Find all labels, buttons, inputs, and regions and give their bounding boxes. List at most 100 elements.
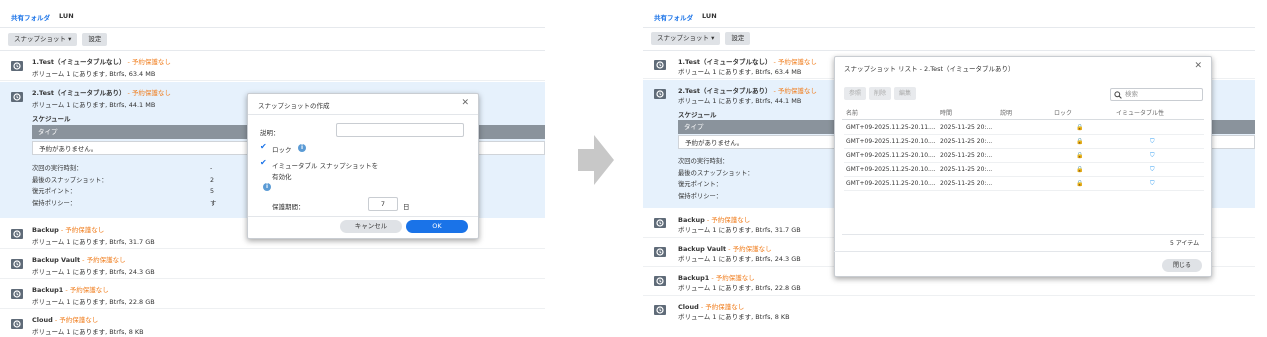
table-row[interactable]: GMT+09-2025.11.25-20.10.... 2025-11-25 2… — [844, 149, 1204, 163]
divider — [0, 27, 545, 28]
next-run-label: 次回の実行時刻： — [678, 158, 729, 165]
immutable-label-2: 有効化 — [272, 173, 292, 181]
last-snapshot-label: 最後のスナップショット： — [678, 169, 754, 177]
info-icon[interactable]: i — [263, 183, 271, 191]
lock-label: ロック — [272, 146, 292, 154]
divider — [834, 251, 1212, 252]
retention-input[interactable]: 7 — [368, 197, 398, 211]
snapshot-time: 2025-11-25 20:... — [940, 166, 993, 173]
immutable-label: イミュータブル スナップショットを — [272, 162, 379, 170]
table-row[interactable]: GMT+09-2025.11.25-20.11.... 2025-11-25 2… — [844, 121, 1204, 135]
schedule-title: スケジュール — [678, 111, 717, 119]
snapshot-time: 2025-11-25 20:... — [940, 124, 993, 131]
folder-desc: ボリューム 1 にあります, Btrfs, 24.3 GB — [678, 255, 801, 263]
col-time[interactable]: 時間 — [940, 108, 952, 117]
ok-button[interactable]: OK — [406, 220, 468, 233]
folder-row[interactable]: Backup Vault - 予約保護なし ボリューム 1 にあります, Btr… — [0, 249, 545, 279]
close-button[interactable]: 閉じる — [1162, 259, 1202, 272]
snapshot-folder-icon — [11, 289, 23, 299]
folder-row[interactable]: 1.Test（イミュータブルなし） - 予約保護なし ボリューム 1 にあります… — [0, 51, 545, 81]
description-label: 説明： — [260, 129, 280, 137]
divider — [248, 114, 478, 115]
settings-button[interactable]: 設定 — [82, 33, 108, 46]
next-run-label: 次回の実行時刻： — [32, 165, 83, 172]
snapshot-folder-icon — [654, 89, 666, 99]
lock-icon: 🔒 — [1076, 138, 1084, 145]
folder-row[interactable]: Backup1 - 予約保護なし ボリューム 1 にあります, Btrfs, 2… — [0, 279, 545, 309]
last-snapshot-value: 2 — [210, 176, 215, 184]
folder-name: Backup1 - 予約保護なし — [678, 274, 755, 282]
tab-lun[interactable]: LUN — [59, 12, 74, 24]
lock-icon: 🔒 — [1076, 124, 1084, 131]
folder-desc: ボリューム 1 にあります, Btrfs, 24.3 GB — [32, 268, 155, 276]
folder-row[interactable]: Cloud - 予約保護なし ボリューム 1 にあります, Btrfs, 8 K… — [0, 309, 545, 337]
schedule-info-values: - 2 5 す — [210, 163, 216, 209]
folder-name: Backup Vault - 予約保護なし — [678, 245, 772, 253]
create-snapshot-dialog: スナップショットの作成 ✕ 説明： ✔ ロック i ✔ イミュータブル スナップ… — [247, 93, 479, 239]
folder-name: Backup1 - 予約保護なし — [32, 286, 109, 294]
tab-lun[interactable]: LUN — [702, 12, 717, 24]
shield-icon: ⛉ — [1150, 180, 1155, 187]
arrow-right-icon — [578, 135, 614, 185]
folder-desc: ボリューム 1 にあります, Btrfs, 22.8 GB — [678, 284, 801, 292]
divider — [643, 27, 1255, 28]
toolbar: スナップショット ▾ 設定 — [8, 33, 108, 46]
divider — [842, 234, 1204, 235]
table-row[interactable]: GMT+09-2025.11.25-20.10.... 2025-11-25 2… — [844, 177, 1204, 191]
col-immutability[interactable]: イミュータブル性 — [1116, 108, 1164, 117]
snapshot-folder-icon — [654, 247, 666, 257]
folder-desc: ボリューム 1 にあります, Btrfs, 63.4 MB — [32, 70, 156, 78]
retention-unit: 日 — [403, 203, 410, 211]
left-screen: 共有フォルダ LUN スナップショット ▾ 設定 1.Test（イミュータブルな… — [0, 0, 545, 337]
retention-policy-label: 保持ポリシー： — [32, 199, 77, 207]
snapshot-time: 2025-11-25 20:... — [940, 138, 993, 145]
col-description[interactable]: 説明 — [1000, 108, 1012, 117]
tab-shared-folder[interactable]: 共有フォルダ — [11, 12, 50, 24]
info-icon[interactable]: i — [298, 144, 306, 152]
close-icon[interactable]: ✕ — [1194, 61, 1202, 71]
edit-button[interactable]: 編集 — [894, 87, 917, 100]
schedule-info: 次回の実行時刻： 最後のスナップショット： 復元ポイント： 保持ポリシー： — [32, 163, 108, 209]
snapshot-name: GMT+09-2025.11.25-20.10.... — [846, 152, 936, 159]
folder-name: Backup - 予約保護なし — [32, 226, 105, 234]
snapshot-folder-icon — [654, 305, 666, 315]
lock-checkbox[interactable]: ✔ — [260, 142, 267, 151]
schedule-title: スケジュール — [32, 115, 71, 123]
folder-desc: ボリューム 1 にあります, Btrfs, 44.1 MB — [32, 101, 156, 109]
snapshot-folder-icon — [11, 92, 23, 102]
table-row[interactable]: GMT+09-2025.11.25-20.10.... 2025-11-25 2… — [844, 163, 1204, 177]
snapshot-folder-icon — [11, 61, 23, 71]
tab-shared-folder[interactable]: 共有フォルダ — [654, 12, 693, 24]
search-input[interactable]: 検索 — [1110, 88, 1203, 101]
snapshot-time: 2025-11-25 20:... — [940, 152, 993, 159]
settings-button[interactable]: 設定 — [725, 32, 751, 45]
schedule-info: 次回の実行時刻： 最後のスナップショット： 復元ポイント： 保持ポリシー： — [678, 156, 754, 202]
folder-desc: ボリューム 1 にあります, Btrfs, 31.7 GB — [32, 238, 155, 246]
dialog-title: スナップショット リスト - 2.Test（イミュータブルあり） — [844, 65, 1015, 73]
snapshot-name: GMT+09-2025.11.25-20.11.... — [846, 124, 936, 131]
snapshot-menu-button[interactable]: スナップショット ▾ — [651, 32, 721, 45]
retention-policy-value: す — [210, 199, 217, 207]
browse-button[interactable]: 参照 — [844, 87, 867, 100]
col-name[interactable]: 名前 — [846, 108, 858, 117]
folder-name: 2.Test（イミュータブルあり） - 予約保護なし — [32, 89, 171, 97]
folder-desc: ボリューム 1 にあります, Btrfs, 8 KB — [678, 313, 790, 321]
folder-name: 2.Test（イミュータブルあり） - 予約保護なし — [678, 87, 817, 95]
snapshot-menu-button[interactable]: スナップショット ▾ — [8, 33, 78, 46]
tab-bar: 共有フォルダ LUN — [11, 12, 74, 24]
description-input[interactable] — [336, 123, 464, 137]
immutable-checkbox[interactable]: ✔ — [260, 158, 267, 167]
toolbar: スナップショット ▾ 設定 — [651, 32, 751, 45]
table-row[interactable]: GMT+09-2025.11.25-20.10.... 2025-11-25 2… — [844, 135, 1204, 149]
folder-desc: ボリューム 1 にあります, Btrfs, 63.4 MB — [678, 68, 802, 76]
divider — [248, 216, 478, 217]
close-icon[interactable]: ✕ — [461, 98, 469, 108]
delete-button[interactable]: 削除 — [869, 87, 892, 100]
col-lock[interactable]: ロック — [1054, 108, 1072, 117]
cancel-button[interactable]: キャンセル — [340, 220, 402, 233]
folder-name: Backup - 予約保護なし — [678, 216, 751, 224]
folder-row[interactable]: Cloud - 予約保護なし ボリューム 1 にあります, Btrfs, 8 K… — [643, 296, 1255, 325]
folder-name: Backup Vault - 予約保護なし — [32, 256, 126, 264]
shield-icon: ⛉ — [1150, 152, 1155, 159]
folder-desc: ボリューム 1 にあります, Btrfs, 22.8 GB — [32, 298, 155, 306]
